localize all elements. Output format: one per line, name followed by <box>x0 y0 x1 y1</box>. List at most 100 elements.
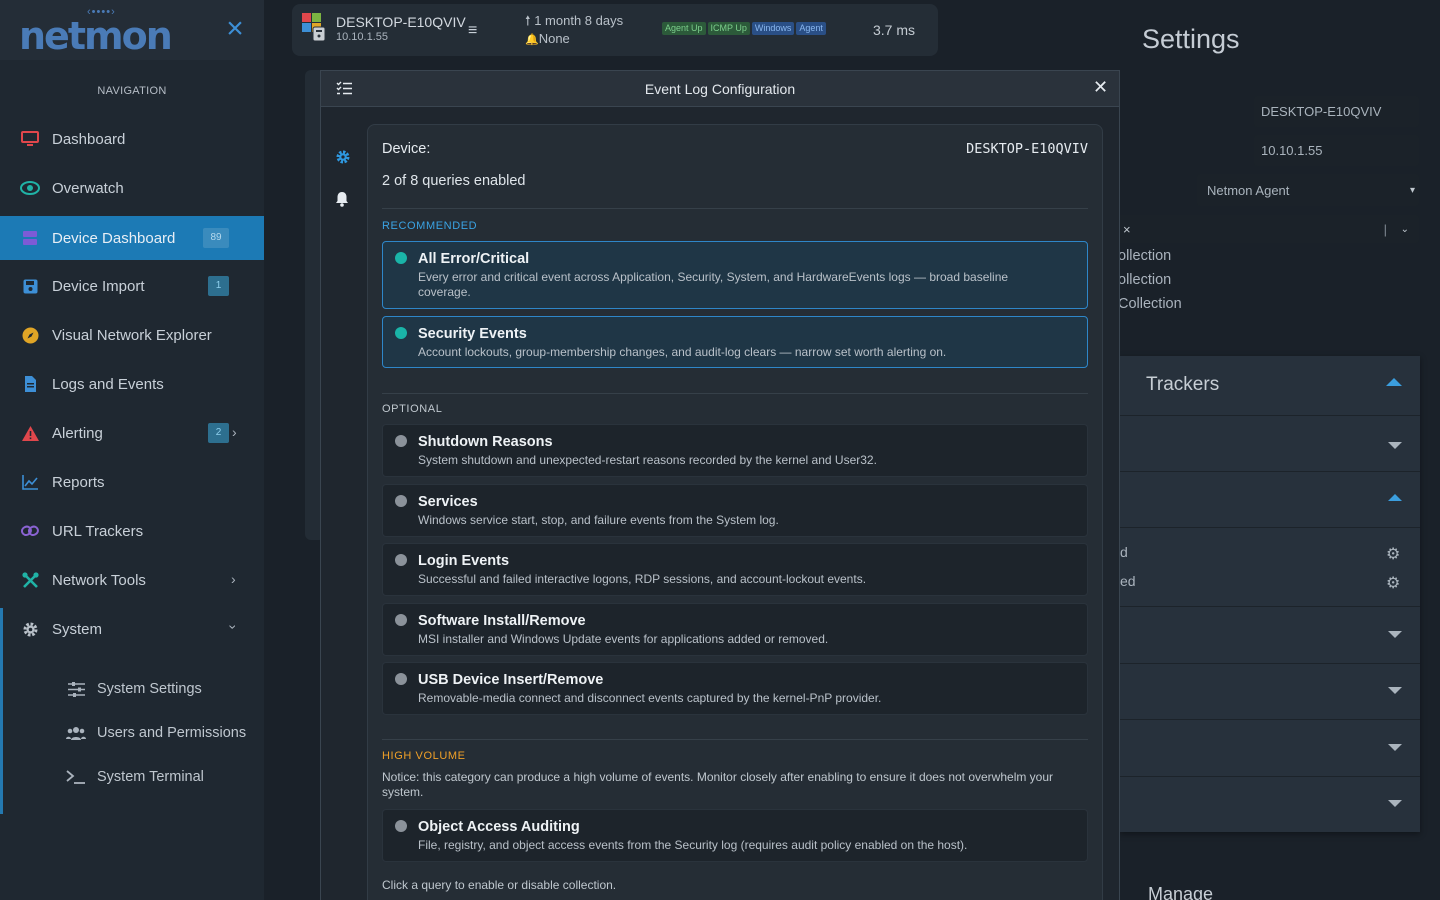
clear-icon[interactable]: × <box>1123 222 1131 237</box>
compass-icon <box>20 325 40 345</box>
toggle-dot <box>395 554 407 566</box>
sidebar-item-visual-network-explorer[interactable]: Visual Network Explorer <box>0 311 264 359</box>
sidebar-item-label: Dashboard <box>52 130 126 148</box>
collapse-icon[interactable] <box>1386 378 1402 386</box>
tracker-row-label: d <box>1120 544 1128 560</box>
count-badge: 89 <box>203 228 229 248</box>
settings-title: Settings <box>1142 24 1240 54</box>
status-badge: Agent <box>796 22 826 35</box>
status-badge: ICMP Up <box>707 22 750 35</box>
collapse-icon[interactable] <box>1388 494 1402 501</box>
nav-heading: NAVIGATION <box>97 85 167 97</box>
sidebar-subitem-system-terminal[interactable]: System Terminal <box>66 765 204 789</box>
chevron-down-icon[interactable]: ⌄ <box>1401 224 1409 235</box>
sidebar-subitem-users-and-permissions[interactable]: Users and Permissions <box>66 721 246 745</box>
query-services[interactable]: Services Windows service start, stop, an… <box>382 484 1088 537</box>
query-description: Every error and critical event across Ap… <box>418 270 1009 299</box>
toggle-dot <box>395 327 407 339</box>
chevron-down-icon: › <box>225 624 242 630</box>
gear-icon[interactable]: ⚙ <box>1386 544 1400 564</box>
sidebar-item-dashboard[interactable]: Dashboard <box>0 115 264 163</box>
tracker-row-label: ed <box>1120 573 1136 589</box>
sidebar-item-url-trackers[interactable]: URL Trackers <box>0 507 264 555</box>
ip-field[interactable]: 10.10.1.55 <box>1254 135 1419 166</box>
link-icon <box>20 521 40 541</box>
device-label: Device: <box>382 141 431 157</box>
query-description: MSI installer and Windows Update events … <box>418 632 829 646</box>
query-name: USB Device Insert/Remove <box>418 672 604 688</box>
device-name: DESKTOP-E10QVIV <box>336 14 466 30</box>
latency: 3.7 ms <box>873 22 916 38</box>
query-name: Software Install/Remove <box>418 613 586 629</box>
sidebar-subitem-system-settings[interactable]: System Settings <box>66 677 202 701</box>
alerts-tab-bell-icon[interactable] <box>335 191 349 212</box>
query-all-error-critical[interactable]: All Error/Critical Every error and criti… <box>382 241 1088 309</box>
hamburger-menu-icon[interactable]: ≡ <box>468 22 477 40</box>
trackers-card: Trackers d ⚙ ed ⚙ <box>1120 356 1420 832</box>
netmon-logo[interactable]: ‹••••› netmon <box>19 6 173 56</box>
query-description: System shutdown and unexpected-restart r… <box>418 453 877 467</box>
chevron-right-icon: › <box>231 571 236 587</box>
query-name: Services <box>418 494 478 510</box>
expand-icon[interactable] <box>1388 800 1402 807</box>
divider <box>382 739 1088 740</box>
query-description: Successful and failed interactive logons… <box>418 572 867 586</box>
settings-tab-gear-icon[interactable] <box>335 149 351 170</box>
warning-icon <box>20 423 40 443</box>
terminal-icon <box>66 770 86 784</box>
query-security-events[interactable]: Security Events Account lockouts, group-… <box>382 316 1088 368</box>
query-software-install-remove[interactable]: Software Install/Remove MSI installer an… <box>382 603 1088 656</box>
query-name: Security Events <box>418 326 527 342</box>
divider <box>1120 776 1420 777</box>
logo-bar: ‹••••› netmon × <box>0 0 264 60</box>
enabled-count: 2 of 8 queries enabled <box>382 173 526 189</box>
sidebar-item-logs-and-events[interactable]: Logs and Events <box>0 360 264 408</box>
status-tags: Agent Up ICMP Up Windows Agent <box>662 22 826 35</box>
divider <box>1120 527 1420 528</box>
sidebar-item-network-tools[interactable]: Network Tools › <box>0 556 264 604</box>
collection-option: Collection <box>1118 296 1182 312</box>
collection-option: ollection <box>1118 272 1172 288</box>
expand-icon[interactable] <box>1388 631 1402 638</box>
tools-icon <box>20 570 40 590</box>
sidebar-item-overwatch[interactable]: Overwatch <box>0 164 264 212</box>
expand-icon[interactable] <box>1388 687 1402 694</box>
sidebar-item-device-dashboard[interactable]: Device Dashboard 89 <box>0 216 264 260</box>
chevron-down-icon: ▾ <box>1409 184 1415 196</box>
close-sidebar-icon[interactable]: × <box>224 14 246 44</box>
close-icon[interactable]: ✕ <box>1093 77 1108 98</box>
device-header-bar: DESKTOP-E10QVIV 10.10.1.55 ≡ 🠕 1 month 8… <box>292 4 938 56</box>
modal-title: Event Log Configuration <box>644 81 796 97</box>
expand-icon[interactable] <box>1388 744 1402 751</box>
collector-select[interactable]: Netmon Agent ▾ <box>1197 174 1419 206</box>
sidebar-item-device-import[interactable]: Device Import 1 <box>0 262 264 310</box>
status-badge: Agent Up <box>662 22 706 35</box>
sidebar-item-reports[interactable]: Reports <box>0 458 264 506</box>
monitor-icon <box>20 129 40 149</box>
divider <box>1120 719 1420 720</box>
expand-icon[interactable] <box>1388 442 1402 449</box>
sidebar-item-system[interactable]: System › <box>0 605 264 653</box>
collection-multiselect[interactable]: × | ⌄ <box>1116 215 1419 243</box>
query-shutdown-reasons[interactable]: Shutdown Reasons System shutdown and une… <box>382 424 1088 477</box>
query-usb-device-insert-remove[interactable]: USB Device Insert/Remove Removable-media… <box>382 662 1088 715</box>
hostname-field[interactable]: DESKTOP-E10QVIV <box>1254 96 1419 127</box>
gear-icon[interactable]: ⚙ <box>1386 573 1400 593</box>
sliders-icon <box>66 681 86 697</box>
sidebar-item-label: Reports <box>52 473 105 491</box>
query-panel: Device: DESKTOP-E10QVIV 2 of 8 queries e… <box>367 124 1103 900</box>
save-icon <box>20 276 40 296</box>
query-login-events[interactable]: Login Events Successful and failed inter… <box>382 543 1088 596</box>
separator: | <box>1383 221 1387 237</box>
eye-icon <box>20 178 40 198</box>
sidebar-subitem-label: Users and Permissions <box>97 725 247 741</box>
windows-device-icon <box>302 13 326 42</box>
query-description: Removable-media connect and disconnect e… <box>418 691 882 705</box>
device-value: DESKTOP-E10QVIV <box>966 141 1088 157</box>
sidebar-item-label: URL Trackers <box>52 522 144 540</box>
query-object-access-auditing[interactable]: Object Access Auditing File, registry, a… <box>382 809 1088 862</box>
high-volume-notice: Notice: this category can produce a high… <box>382 770 1054 799</box>
toggle-dot <box>395 820 407 832</box>
sidebar-item-alerting[interactable]: Alerting 2 › <box>0 409 264 457</box>
section-high-volume: HIGH VOLUME <box>382 750 466 762</box>
